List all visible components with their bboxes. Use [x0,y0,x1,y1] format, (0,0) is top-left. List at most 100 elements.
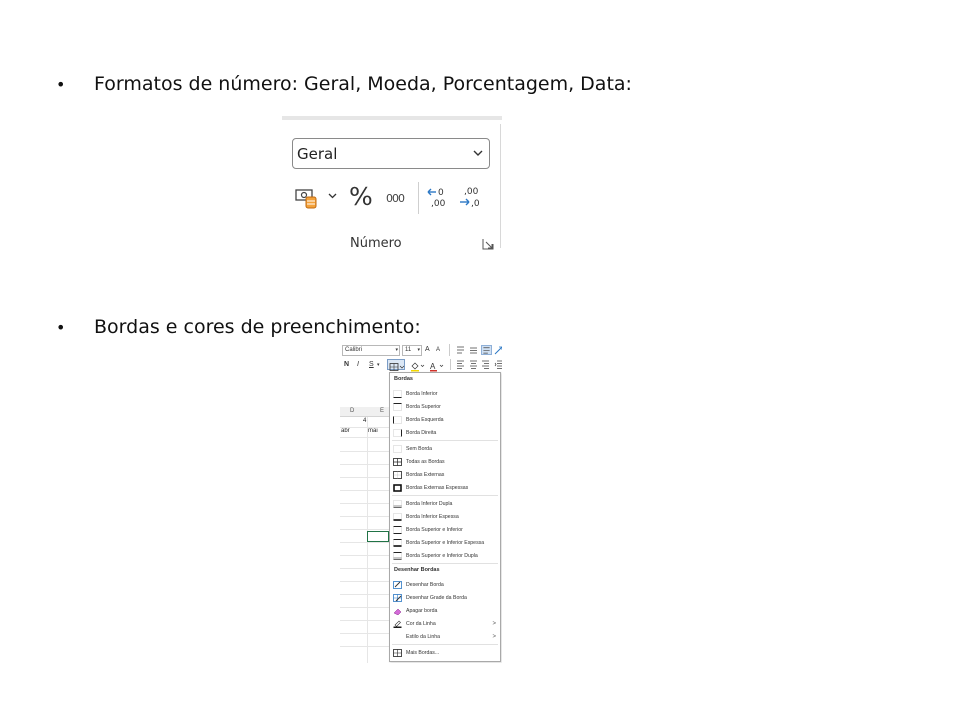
svg-text:0: 0 [438,188,444,198]
grid-line [340,633,390,634]
decrease-decimal-icon[interactable]: ,00 ,0 [458,184,484,212]
ribbon-top-divider [282,116,502,120]
cell-abr[interactable]: abr [341,428,350,434]
number-format-value: Geral [297,144,338,163]
menu-item-no-border[interactable]: Sem Borda [390,442,500,455]
top-border-icon [393,402,402,411]
draw-border-grid-icon [393,593,402,602]
number-group-label: Número [350,236,402,251]
menu-item-line-style[interactable]: Estilo da Linha > [390,630,500,643]
bullet-text-number-formats: Formatos de número: Geral, Moeda, Porcen… [94,73,632,95]
menu-item-label: Borda Superior [406,403,441,410]
bullet-number-formats: • Formatos de número: Geral, Moeda, Porc… [56,73,632,95]
svg-text:A: A [430,362,436,371]
right-border-icon [393,428,402,437]
number-format-group: Geral % 000 0 ,00 ,00 ,0 Número [282,116,502,251]
thick-outside-borders-icon [393,483,402,492]
align-left-icon[interactable] [456,360,465,369]
grid-line [340,437,390,438]
grow-font-button[interactable]: A [425,346,430,353]
menu-item-label: Todas as Bordas [406,458,445,465]
blank-icon [393,633,402,641]
indent-icon[interactable] [494,360,502,369]
menu-item-label: Desenhar Grade da Borda [406,594,467,601]
menu-item-draw-border[interactable]: Desenhar Borda [390,578,500,591]
font-color-button[interactable]: A [429,359,445,372]
align-right-icon[interactable] [481,360,490,369]
menu-item-all-borders[interactable]: Todas as Bordas [390,455,500,468]
underline-button[interactable]: S [369,361,374,368]
menu-item-thick-bottom-border[interactable]: Borda Inferior Espessa [390,510,500,523]
font-size-dropdown[interactable]: 11 ▾ [402,345,422,356]
menu-item-more-borders[interactable]: Mais Bordas... [390,646,500,659]
column-header-e[interactable]: E [380,408,384,414]
bold-button[interactable]: N [344,361,349,368]
menu-item-label: Bordas Externas Espessas [406,484,469,491]
left-border-icon [393,415,402,424]
shrink-font-button[interactable]: A [436,347,440,353]
underline-dropdown-icon[interactable]: ▾ [377,362,380,368]
accounting-dropdown-chevron-icon[interactable] [328,190,337,202]
menu-item-top-bottom-border[interactable]: Borda Superior e Inferior [390,523,500,536]
menu-item-label: Borda Inferior [406,390,438,397]
chevron-down-icon: ▾ [395,347,398,353]
borders-button[interactable] [387,359,405,371]
menu-item-left-border[interactable]: Borda Esquerda [390,413,500,426]
paint-bucket-icon [411,362,425,372]
menu-item-label: Borda Superior e Inferior Dupla [406,552,478,559]
svg-text:,00: ,00 [464,187,479,197]
chevron-down-icon: ▾ [417,347,420,353]
menu-header-draw-borders: Desenhar Bordas [394,567,440,573]
increase-decimal-icon[interactable]: 0 ,00 [425,184,451,212]
grid-line [340,516,390,517]
draw-border-icon [393,580,402,589]
svg-text:,00: ,00 [431,199,446,209]
grid-line [340,529,390,530]
borders-screenshot: Calibri ▾ 11 ▾ A A N I S ▾ A F D E 4 abr… [340,343,502,663]
menu-item-bottom-double-border[interactable]: Borda Inferior Dupla [390,497,500,510]
top-thick-bottom-border-icon [393,538,402,547]
menu-item-right-border[interactable]: Borda Direita [390,426,500,439]
bottom-border-icon [393,389,402,398]
menu-item-thick-outside-borders[interactable]: Bordas Externas Espessas [390,481,500,494]
dialog-launcher-icon[interactable] [482,237,494,250]
cell-value[interactable]: 4 [363,418,366,424]
menu-item-bottom-border[interactable]: Borda Inferior [390,387,500,400]
menu-separator [392,644,498,645]
submenu-arrow-icon: > [492,633,496,640]
spreadsheet-background: F D E 4 abr mai [340,373,390,663]
font-name-dropdown[interactable]: Calibri ▾ [342,345,400,356]
grid-line [340,477,390,478]
menu-item-line-color[interactable]: Cor da Linha > [390,617,500,630]
eraser-icon [393,608,402,615]
italic-button[interactable]: I [357,361,359,368]
accounting-format-icon[interactable] [294,184,322,212]
selected-cell[interactable] [367,531,389,542]
grid-line [340,620,390,621]
percent-style-button[interactable]: % [349,182,373,211]
align-center-icon[interactable] [469,360,478,369]
grid-line [340,503,390,504]
menu-header-borders: Bordas [394,376,413,382]
menu-separator [392,440,498,441]
menu-item-outside-borders[interactable]: Bordas Externas [390,468,500,481]
align-middle-icon[interactable] [469,346,478,355]
comma-style-button[interactable]: 000 [386,192,405,205]
menu-item-top-double-bottom-border[interactable]: Borda Superior e Inferior Dupla [390,549,500,562]
menu-item-label: Borda Inferior Dupla [406,500,453,507]
grid-line [340,464,390,465]
menu-item-top-border[interactable]: Borda Superior [390,400,500,413]
menu-item-label: Borda Esquerda [406,416,444,423]
grid-line [340,555,390,556]
menu-item-draw-border-grid[interactable]: Desenhar Grade da Borda [390,591,500,604]
fill-color-button[interactable] [410,359,426,372]
grid-line [340,490,390,491]
menu-item-top-thick-bottom-border[interactable]: Borda Superior e Inferior Espessa [390,536,500,549]
number-format-dropdown[interactable]: Geral [292,138,490,169]
cell-mai[interactable]: mai [368,428,378,434]
align-bottom-icon[interactable] [481,345,492,355]
orientation-icon[interactable] [494,346,502,355]
align-top-icon[interactable] [456,346,465,355]
menu-item-erase-border[interactable]: Apagar borda [390,604,500,617]
column-header-d[interactable]: D [350,408,354,414]
